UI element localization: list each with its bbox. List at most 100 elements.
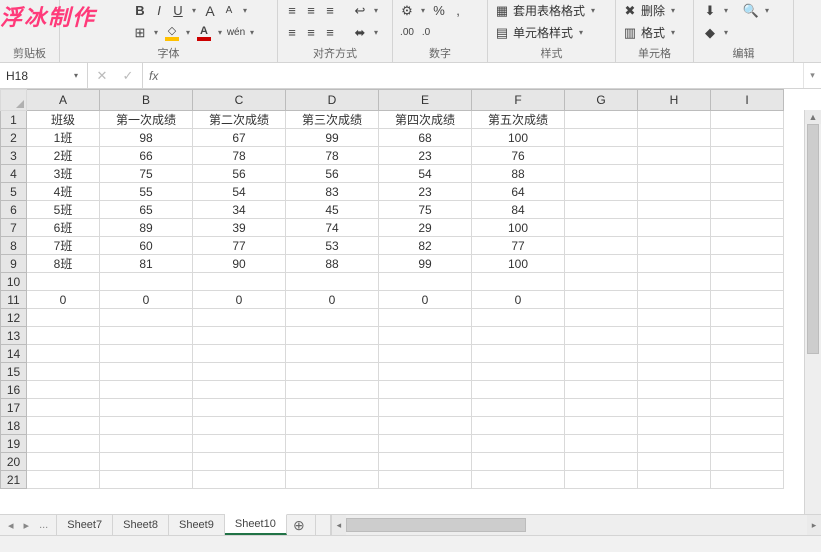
cell[interactable] [286, 399, 379, 417]
cell[interactable] [638, 237, 711, 255]
bold-icon[interactable]: B [132, 3, 148, 19]
row-header[interactable]: 21 [1, 471, 27, 489]
cell[interactable] [27, 471, 100, 489]
cell[interactable]: 0 [27, 291, 100, 309]
fill-color-icon[interactable]: ◇ [164, 25, 180, 41]
cell[interactable]: 29 [379, 219, 472, 237]
cell[interactable] [100, 471, 193, 489]
cell[interactable]: 67 [193, 129, 286, 147]
cell[interactable] [711, 201, 784, 219]
fx-label[interactable]: fx [149, 69, 158, 83]
row-header[interactable]: 20 [1, 453, 27, 471]
cell[interactable] [565, 453, 638, 471]
cell[interactable] [711, 471, 784, 489]
row-header[interactable]: 6 [1, 201, 27, 219]
cell[interactable] [286, 327, 379, 345]
cell[interactable] [638, 471, 711, 489]
cell[interactable] [472, 273, 565, 291]
row-header[interactable]: 17 [1, 399, 27, 417]
cell[interactable] [27, 345, 100, 363]
cell[interactable] [711, 237, 784, 255]
cell[interactable]: 23 [379, 183, 472, 201]
col-header[interactable]: D [286, 90, 379, 111]
cell[interactable]: 56 [286, 165, 379, 183]
hscroll-thumb[interactable] [346, 518, 526, 532]
cell[interactable] [565, 471, 638, 489]
cell[interactable] [711, 129, 784, 147]
cell[interactable] [472, 381, 565, 399]
cell[interactable]: 78 [286, 147, 379, 165]
cell[interactable] [472, 363, 565, 381]
cell[interactable] [286, 471, 379, 489]
cell[interactable] [286, 363, 379, 381]
cell[interactable] [711, 255, 784, 273]
cell[interactable]: 5班 [27, 201, 100, 219]
cell-style-button[interactable]: ▤单元格样式▾ [492, 23, 611, 43]
col-header[interactable]: F [472, 90, 565, 111]
cell[interactable] [711, 363, 784, 381]
cell[interactable]: 班级 [27, 111, 100, 129]
find-icon[interactable]: 🔍 [743, 3, 759, 19]
cell[interactable]: 0 [100, 291, 193, 309]
cell[interactable] [379, 381, 472, 399]
cell[interactable]: 99 [379, 255, 472, 273]
col-header[interactable]: G [565, 90, 638, 111]
cell[interactable] [638, 255, 711, 273]
cell[interactable]: 第四次成绩 [379, 111, 472, 129]
cell[interactable]: 99 [286, 129, 379, 147]
cell[interactable]: 77 [193, 237, 286, 255]
cell[interactable] [638, 399, 711, 417]
formula-input[interactable] [164, 63, 803, 88]
cell[interactable] [565, 165, 638, 183]
scroll-right-icon[interactable]: ▸ [807, 515, 821, 535]
cell[interactable] [472, 453, 565, 471]
cell[interactable] [193, 381, 286, 399]
align-bot-icon[interactable]: ≡ [322, 3, 338, 19]
cell[interactable]: 8班 [27, 255, 100, 273]
col-header[interactable]: I [711, 90, 784, 111]
cell[interactable] [565, 363, 638, 381]
cell[interactable]: 45 [286, 201, 379, 219]
row-header[interactable]: 18 [1, 417, 27, 435]
cell[interactable] [100, 345, 193, 363]
cell[interactable]: 100 [472, 219, 565, 237]
numfmt-icon[interactable]: ⚙ [399, 3, 415, 19]
cell[interactable] [565, 327, 638, 345]
align-right-icon[interactable]: ≡ [322, 25, 338, 41]
italic-icon[interactable]: I [151, 3, 167, 19]
cell[interactable] [193, 273, 286, 291]
clear-dd[interactable]: ▾ [721, 25, 731, 41]
cell[interactable]: 53 [286, 237, 379, 255]
wrap-dd[interactable]: ▾ [371, 3, 381, 19]
cell[interactable]: 55 [100, 183, 193, 201]
cell[interactable]: 56 [193, 165, 286, 183]
tab-nav-last-icon[interactable]: ▸ [24, 519, 30, 532]
cell[interactable]: 68 [379, 129, 472, 147]
underline-icon[interactable]: U [170, 3, 186, 19]
fontcolor-dd[interactable]: ▾ [215, 25, 225, 41]
row-header[interactable]: 4 [1, 165, 27, 183]
format-button[interactable]: ▥格式▾ [620, 23, 689, 43]
cell[interactable] [100, 435, 193, 453]
cell[interactable]: 60 [100, 237, 193, 255]
cell[interactable] [711, 291, 784, 309]
align-top-icon[interactable]: ≡ [284, 3, 300, 19]
cell[interactable] [711, 417, 784, 435]
numfmt-dd[interactable]: ▾ [418, 3, 428, 19]
cell[interactable] [638, 453, 711, 471]
cell[interactable]: 100 [472, 255, 565, 273]
cell[interactable] [565, 273, 638, 291]
cell[interactable] [193, 435, 286, 453]
cell[interactable] [379, 471, 472, 489]
cell[interactable] [286, 453, 379, 471]
cell[interactable] [379, 309, 472, 327]
cell[interactable]: 6班 [27, 219, 100, 237]
cell[interactable] [379, 399, 472, 417]
cell[interactable]: 88 [286, 255, 379, 273]
col-header[interactable]: C [193, 90, 286, 111]
cell[interactable] [379, 345, 472, 363]
cell[interactable] [711, 399, 784, 417]
cell[interactable]: 84 [472, 201, 565, 219]
scroll-left-icon[interactable]: ◂ [332, 515, 346, 535]
cell[interactable]: 2班 [27, 147, 100, 165]
